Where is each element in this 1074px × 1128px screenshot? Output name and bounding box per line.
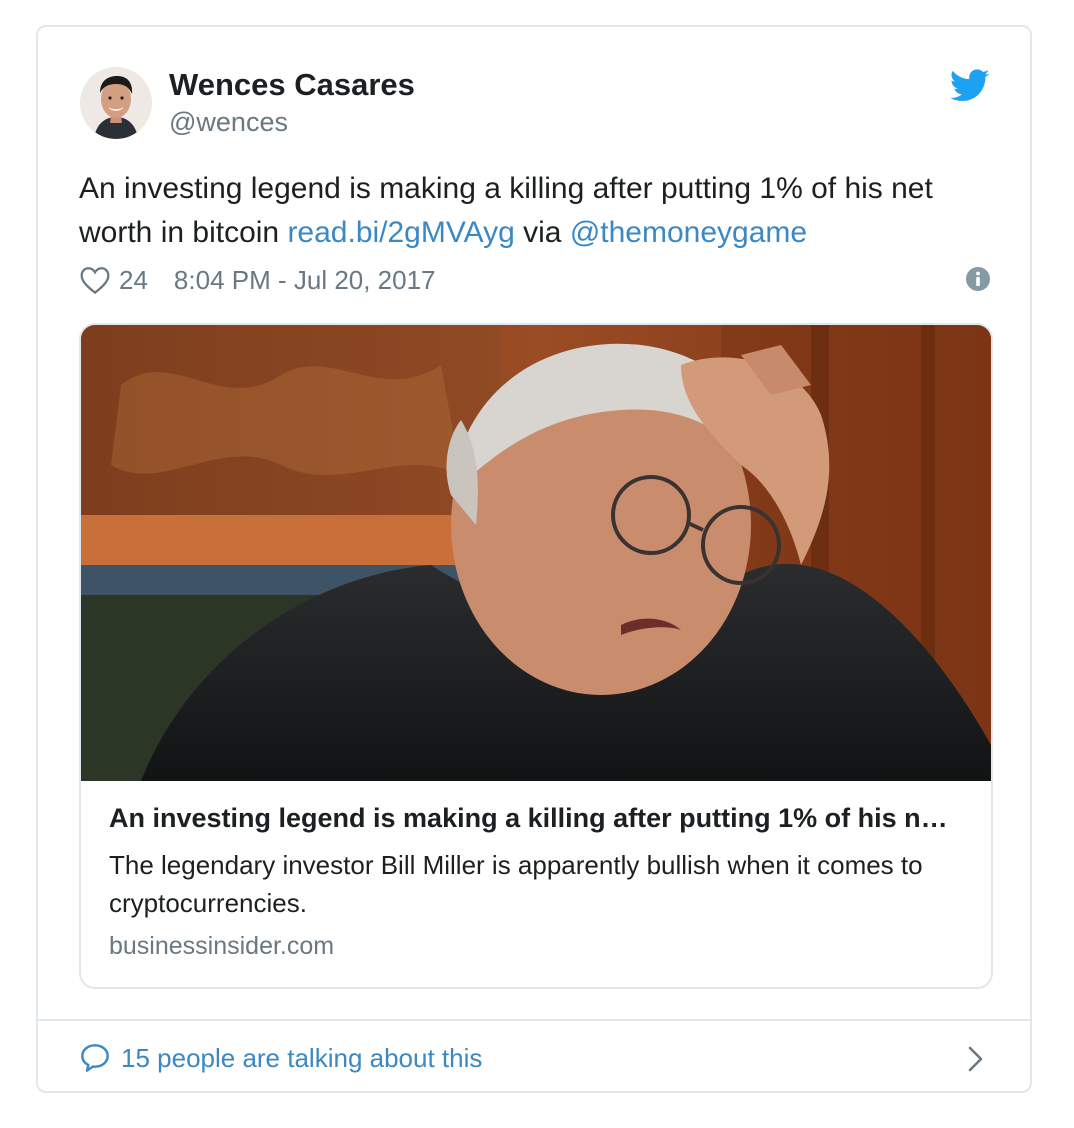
author-name[interactable]: Wences Casares [169, 67, 415, 103]
twitter-bird-icon[interactable] [950, 69, 990, 103]
tweet-meta: 24 8:04 PM - Jul 20, 2017 [79, 263, 991, 297]
avatar[interactable] [80, 67, 152, 139]
chevron-right-icon[interactable] [967, 1045, 985, 1073]
link-preview-card[interactable]: An investing legend is making a killing … [79, 323, 993, 989]
author-handle[interactable]: @wences [169, 107, 288, 138]
tweet-card: Wences Casares @wences An investing lege… [36, 25, 1032, 1093]
like-count[interactable]: 24 [119, 265, 148, 296]
tweet-text: An investing legend is making a killing … [79, 167, 989, 255]
link-preview-body: An investing legend is making a killing … [109, 803, 969, 961]
tweet-via: via [514, 216, 570, 249]
tweet-mention[interactable]: @themoneygame [570, 216, 807, 249]
footer-divider [38, 1019, 1030, 1021]
link-preview-description: The legendary investor Bill Miller is ap… [109, 850, 923, 918]
info-icon[interactable] [965, 266, 991, 292]
tweet-timestamp[interactable]: 8:04 PM - Jul 20, 2017 [174, 265, 436, 296]
article-photo [81, 325, 991, 781]
heart-icon[interactable] [79, 265, 111, 295]
link-preview-title[interactable]: An investing legend is making a killing … [109, 803, 969, 834]
conversation-footer[interactable]: 15 people are talking about this [79, 1041, 985, 1075]
conversation-link[interactable]: 15 people are talking about this [121, 1043, 482, 1074]
link-preview-domain: businessinsider.com [109, 932, 335, 960]
avatar-portrait [80, 67, 152, 139]
speech-bubble-icon [81, 1044, 109, 1072]
tweet-link[interactable]: read.bi/2gMVAyg [287, 216, 514, 249]
